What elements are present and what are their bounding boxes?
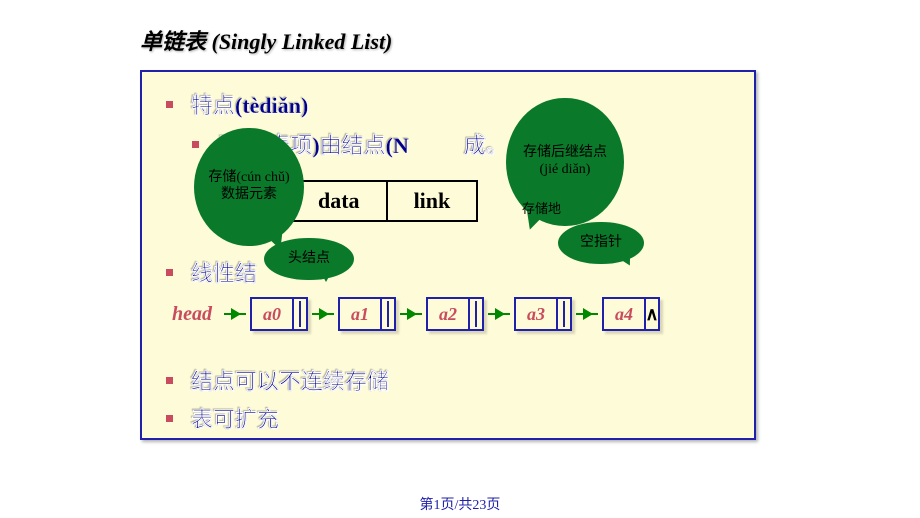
node-ptr bbox=[380, 299, 394, 329]
node-data: a1 bbox=[340, 299, 380, 329]
list-node: a0 bbox=[250, 297, 308, 331]
page-footer: 第1页/共23页 bbox=[0, 494, 920, 514]
linked-list-diagram: head a0 a1 a2 a3 a4∧ bbox=[172, 297, 662, 331]
bullet-text: 特点(tèdiǎn) bbox=[191, 88, 308, 120]
bullet-noncontig: 结点可以不连续存储 bbox=[166, 364, 389, 396]
bullet-icon bbox=[166, 101, 173, 108]
bullet-icon bbox=[192, 141, 199, 148]
bullet-linear: 线性结 bbox=[166, 256, 257, 288]
list-node: a2 bbox=[426, 297, 484, 331]
arrow-icon bbox=[400, 313, 422, 315]
data-field-label: data bbox=[292, 182, 388, 220]
list-node: a3 bbox=[514, 297, 572, 331]
bullet-text: 表可扩充 bbox=[191, 402, 279, 434]
bullet-expandable: 表可扩充 bbox=[166, 402, 389, 434]
arrow-icon bbox=[312, 313, 334, 315]
node-ptr bbox=[292, 299, 306, 329]
node-ptr bbox=[556, 299, 570, 329]
callout-store-addr: 存储地 bbox=[522, 198, 561, 217]
null-symbol: ∧ bbox=[645, 304, 658, 325]
link-field-label: link bbox=[388, 182, 477, 220]
arrow-icon bbox=[224, 313, 246, 315]
slide: 单链表 (Singly Linked List) 特点(tèdiǎn) 元素(表… bbox=[140, 24, 890, 440]
callout-head-node: 头结点 bbox=[264, 238, 354, 280]
node-ptr bbox=[468, 299, 482, 329]
list-node: a1 bbox=[338, 297, 396, 331]
callout-null-pointer: 空指针 bbox=[558, 222, 644, 264]
arrow-icon bbox=[576, 313, 598, 315]
lower-bullets: 结点可以不连续存储 表可扩充 bbox=[166, 360, 389, 440]
node-data: a0 bbox=[252, 299, 292, 329]
node-data: a3 bbox=[516, 299, 556, 329]
content-box: 特点(tèdiǎn) 元素(表项)由结点(N 成。 data link 存储(c… bbox=[140, 70, 756, 440]
node-null: ∧ bbox=[644, 299, 658, 329]
bullet-features: 特点(tèdiǎn) bbox=[166, 88, 730, 120]
bullet-icon bbox=[166, 415, 173, 422]
node-data: a2 bbox=[428, 299, 468, 329]
arrow-icon bbox=[488, 313, 510, 315]
callout-store-element: 存储(cún chǔ)数据元素 bbox=[194, 128, 304, 246]
node-struct-table: data link bbox=[290, 180, 478, 222]
bullet-icon bbox=[166, 377, 173, 384]
head-label: head bbox=[172, 303, 212, 326]
bullet-text: 结点可以不连续存储 bbox=[191, 364, 389, 396]
slide-title: 单链表 (Singly Linked List) bbox=[140, 24, 890, 56]
list-node: a4∧ bbox=[602, 297, 660, 331]
node-data: a4 bbox=[604, 299, 644, 329]
bullet-text: 线性结 bbox=[191, 256, 257, 288]
bullet-icon bbox=[166, 269, 173, 276]
